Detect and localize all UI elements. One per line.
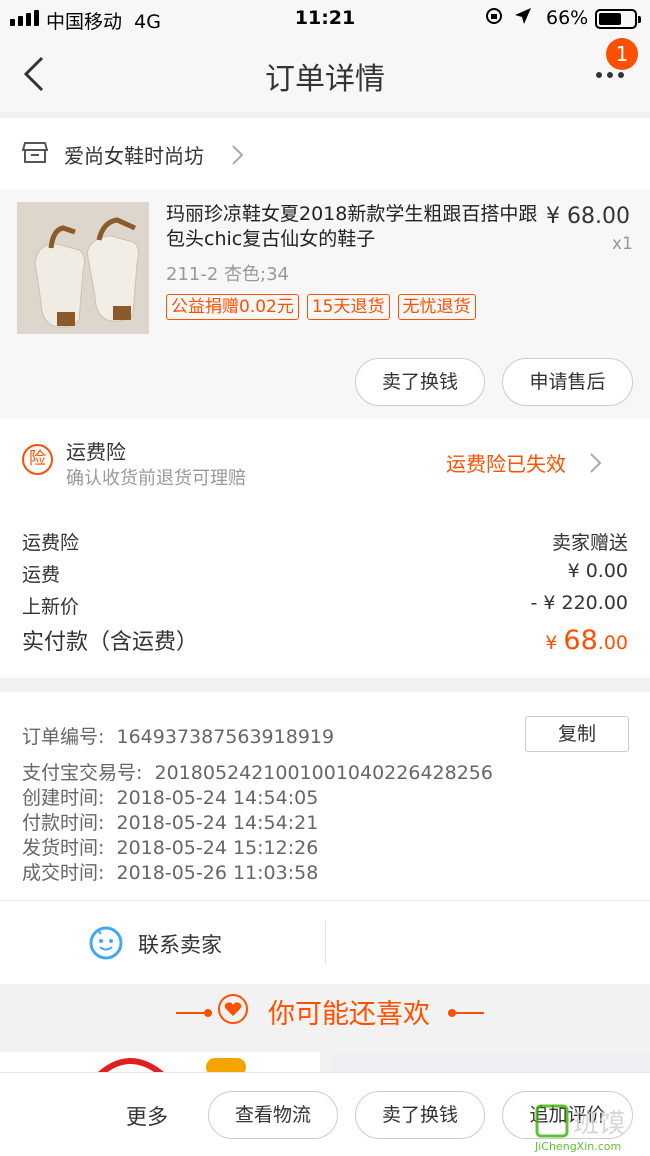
service-tags: 公益捐赠0.02元 15天退货 无忧退货 (166, 294, 476, 320)
contact-bar: 联系卖家 (0, 900, 650, 984)
view-logistics-button[interactable]: 查看物流 (208, 1091, 338, 1139)
paid-label: 实付款（含运费） (22, 630, 199, 655)
insurance-title: 运费险 (66, 440, 126, 464)
divider (325, 921, 326, 965)
product-item[interactable]: 玛丽珍凉鞋女夏2018新款学生粗跟百搭中跟包头chic复古仙女的鞋子 ¥ 68.… (0, 190, 650, 418)
tag-worry-free-return: 无忧退货 (397, 294, 476, 320)
info-line: 创建时间: 2018-05-24 14:54:05 (22, 787, 319, 809)
shop-name[interactable]: 爱尚女鞋时尚坊 (64, 140, 204, 169)
cost-label: 运费险 (22, 532, 80, 554)
svg-text:班馍: 班馍 (573, 1109, 625, 1139)
shop-row[interactable]: 爱尚女鞋时尚坊 (0, 118, 650, 190)
location-arrow-icon (515, 8, 531, 24)
cost-label: 运费 (22, 564, 61, 586)
chevron-right-icon (232, 145, 244, 165)
orientation-lock-icon (486, 8, 502, 24)
product-quantity: x1 (612, 234, 633, 254)
cost-value: ¥ 0.00 (567, 560, 628, 582)
cost-row: 运费 ¥ 0.00 (22, 560, 628, 587)
sell-for-cash-button[interactable]: 卖了换钱 (355, 358, 485, 406)
product-image[interactable] (17, 202, 149, 334)
battery-icon (595, 9, 641, 29)
navigation-bar: 订单详情 1 (0, 38, 650, 112)
status-bar: 中国移动 4G 11:21 66% (0, 0, 650, 38)
shop-icon (22, 142, 48, 163)
product-sku: 211-2 杏色;34 (166, 264, 289, 285)
cost-summary: 运费险 卖家赠送 运费 ¥ 0.00 上新价 - ¥ 220.00 实付款（含运… (0, 506, 650, 678)
product-price: ¥ 68.00 (546, 204, 630, 229)
cost-label: 上新价 (22, 596, 80, 618)
contact-seller-button[interactable]: 联系卖家 (138, 929, 222, 959)
paid-amount: ¥ 68.00 (545, 625, 628, 656)
info-line: 支付宝交易号: 2018052421001001040226428256 (22, 762, 493, 784)
info-line: 成交时间: 2018-05-26 11:03:58 (22, 862, 319, 884)
more-button[interactable]: 更多 (126, 1101, 168, 1131)
more-menu-icon[interactable] (596, 72, 624, 78)
tag-15-day-return: 15天退货 (306, 294, 390, 320)
divider-dot (448, 1009, 456, 1017)
cost-row: 上新价 - ¥ 220.00 (22, 592, 628, 619)
shipping-insurance-row[interactable]: 险 运费险 确认收货前退货可理赔 运费险已失效 (0, 418, 650, 506)
notification-badge: 1 (606, 38, 638, 70)
copy-button[interactable]: 复制 (525, 716, 629, 752)
order-number-value: 164937387563918919 (116, 726, 335, 748)
product-title[interactable]: 玛丽珍凉鞋女夏2018新款学生粗跟百搭中跟包头chic复古仙女的鞋子 (166, 202, 538, 252)
battery-percent: 66% (546, 7, 589, 29)
request-after-sale-button[interactable]: 申请售后 (502, 358, 633, 406)
chevron-right-icon (590, 453, 602, 473)
info-line: 发货时间: 2018-05-24 15:12:26 (22, 837, 319, 859)
recommend-title: 你可能还喜欢 (268, 999, 430, 1030)
insurance-status[interactable]: 运费险已失效 (446, 448, 566, 477)
page-title: 订单详情 (265, 62, 385, 97)
order-number: 订单编号: 164937387563918919 (22, 726, 335, 748)
chat-face-icon[interactable] (88, 925, 124, 961)
watermark-logo: 班馍 JiChengXin.com (535, 1104, 647, 1154)
order-info: 订单编号: 164937387563918919 复制 支付宝交易号: 2018… (0, 692, 650, 900)
sell-for-cash-button[interactable]: 卖了换钱 (355, 1091, 485, 1139)
insurance-subtitle: 确认收货前退货可理赔 (66, 468, 246, 489)
insurance-icon: 险 (22, 444, 53, 475)
cost-row: 运费险 卖家赠送 (22, 528, 628, 555)
tag-charity: 公益捐赠0.02元 (166, 294, 299, 320)
info-line: 付款时间: 2018-05-24 14:54:21 (22, 812, 319, 834)
paid-row: 实付款（含运费） ¥ 68.00 (22, 624, 628, 656)
cost-value: 卖家赠送 (551, 532, 628, 554)
cost-value: - ¥ 220.00 (530, 592, 628, 614)
